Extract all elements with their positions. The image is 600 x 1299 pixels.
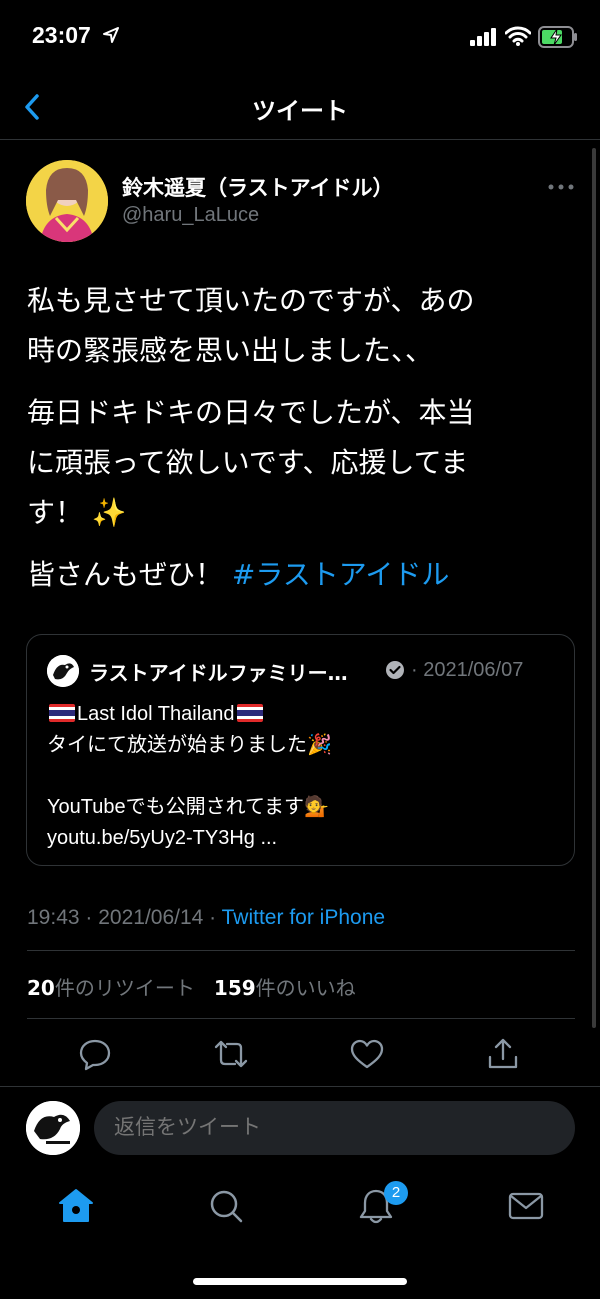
reply-composer bbox=[0, 1086, 600, 1166]
quoted-tweet-date: · 2021/06/07 bbox=[411, 659, 524, 681]
location-arrow-icon bbox=[103, 27, 119, 43]
tweet-text: 私も見させて頂いたのですが、あの 時の緊張感を思い出しました、、 毎日ドキドキの… bbox=[27, 276, 575, 612]
quote-line-3: YouTubeでも公開されてます💁 bbox=[47, 792, 547, 823]
status-time: 23:07 bbox=[32, 22, 91, 48]
hashtag-link[interactable]: #ラストアイドル bbox=[232, 558, 450, 591]
share-icon[interactable] bbox=[485, 1036, 521, 1072]
bottom-tab-bar bbox=[0, 1166, 600, 1256]
quote-link-text: youtu.be/5yUy2-TY3Hg ... bbox=[47, 827, 278, 849]
divider bbox=[27, 1018, 575, 1019]
retweet-count: 20 bbox=[27, 976, 55, 1000]
engagement-stats: 20件のリツイート 159件のいいね bbox=[27, 972, 356, 1001]
party-popper-emoji: 🎉 bbox=[307, 734, 332, 756]
quoted-author-avatar bbox=[47, 655, 79, 687]
quote-line-text: タイにて放送が始まりました bbox=[47, 734, 307, 756]
home-icon[interactable] bbox=[56, 1186, 96, 1226]
quote-blank-line bbox=[47, 761, 547, 792]
tweet-line: 皆さんもぜひ！ bbox=[27, 558, 232, 591]
more-options-icon[interactable] bbox=[548, 184, 574, 190]
messages-envelope-icon[interactable] bbox=[506, 1186, 546, 1226]
tweet-paragraph-1: 私も見させて頂いたのですが、あの 時の緊張感を思い出しました、、 bbox=[27, 276, 575, 376]
tweet-line: 毎日ドキドキの日々でしたが、本当 bbox=[27, 396, 475, 429]
search-icon[interactable] bbox=[206, 1186, 246, 1226]
tweet-paragraph-3: 皆さんもぜひ！ #ラストアイドル bbox=[27, 550, 575, 600]
info-desk-person-emoji: 💁 bbox=[304, 796, 329, 818]
thailand-flag-icon bbox=[236, 704, 263, 722]
like-count: 159 bbox=[213, 976, 256, 1000]
likes-stat[interactable]: 159件のいいね bbox=[214, 976, 356, 1000]
thailand-flag-icon bbox=[49, 704, 75, 722]
status-bar: 23:07 bbox=[0, 0, 600, 74]
divider bbox=[27, 950, 575, 951]
tweet-line: す！ bbox=[27, 496, 84, 529]
tweet-date: 2021/06/14 bbox=[98, 906, 204, 929]
quote-line-4: youtu.be/5yUy2-TY3Hg ... bbox=[47, 823, 547, 854]
retweets-stat[interactable]: 20件のリツイート bbox=[27, 976, 195, 1000]
like-label: 件のいいね bbox=[255, 976, 356, 1000]
reply-icon[interactable] bbox=[77, 1036, 113, 1072]
quote-line-text: Last Idol Thailand bbox=[77, 703, 235, 725]
quoted-tweet-card[interactable]: ラストアイドルファミリー… · 2021/06/07 Last Idol Tha… bbox=[26, 634, 575, 866]
like-heart-icon[interactable] bbox=[349, 1036, 385, 1072]
sparkles-emoji: ✨ bbox=[91, 496, 127, 529]
tweet-line: 時の緊張感を思い出しました、、 bbox=[27, 334, 434, 367]
page-title: ツイート bbox=[252, 97, 348, 125]
notification-count-badge: 2 bbox=[384, 1181, 408, 1205]
tweet-line: に頑張って欲しいです、応援してま bbox=[27, 446, 469, 479]
home-indicator[interactable] bbox=[193, 1278, 407, 1285]
tweet-paragraph-2: 毎日ドキドキの日々でしたが、本当 に頑張って欲しいです、応援してま す！ ✨ bbox=[27, 388, 575, 538]
tweet-time: 19:43 bbox=[27, 906, 80, 929]
tweet-timestamp-line: 19:43 · 2021/06/14 · Twitter for iPhone bbox=[27, 906, 386, 929]
quote-line-1: Last Idol Thailand bbox=[47, 699, 547, 730]
navigation-bar: ツイート bbox=[0, 74, 600, 140]
battery-charging-icon bbox=[538, 26, 577, 48]
retweet-icon[interactable] bbox=[213, 1036, 249, 1072]
author-avatar[interactable] bbox=[26, 160, 108, 242]
reply-input[interactable] bbox=[94, 1101, 575, 1155]
quote-line-2: タイにて放送が始まりました🎉 bbox=[47, 730, 547, 761]
tweet-actions bbox=[0, 1030, 600, 1080]
retweet-label: 件のリツイート bbox=[54, 976, 195, 1000]
author-display-name[interactable]: 鈴木遥夏（ラストアイドル） bbox=[122, 172, 394, 202]
quote-line-text: YouTubeでも公開されてます bbox=[47, 796, 304, 818]
current-user-avatar[interactable] bbox=[26, 1101, 80, 1155]
quoted-author-name: ラストアイドルファミリー… bbox=[89, 661, 348, 685]
scrollbar[interactable] bbox=[592, 148, 596, 1028]
quoted-tweet-text: Last Idol Thailand タイにて放送が始まりました🎉 YouTub… bbox=[47, 699, 547, 854]
author-handle[interactable]: @haru_LaLuce bbox=[122, 204, 259, 227]
tweet-line: 私も見させて頂いたのですが、あの bbox=[27, 284, 475, 317]
verified-badge-icon bbox=[386, 661, 404, 679]
tweet-source-link[interactable]: Twitter for iPhone bbox=[222, 906, 385, 929]
cellular-signal-icon bbox=[470, 28, 496, 46]
wifi-icon bbox=[505, 26, 531, 46]
